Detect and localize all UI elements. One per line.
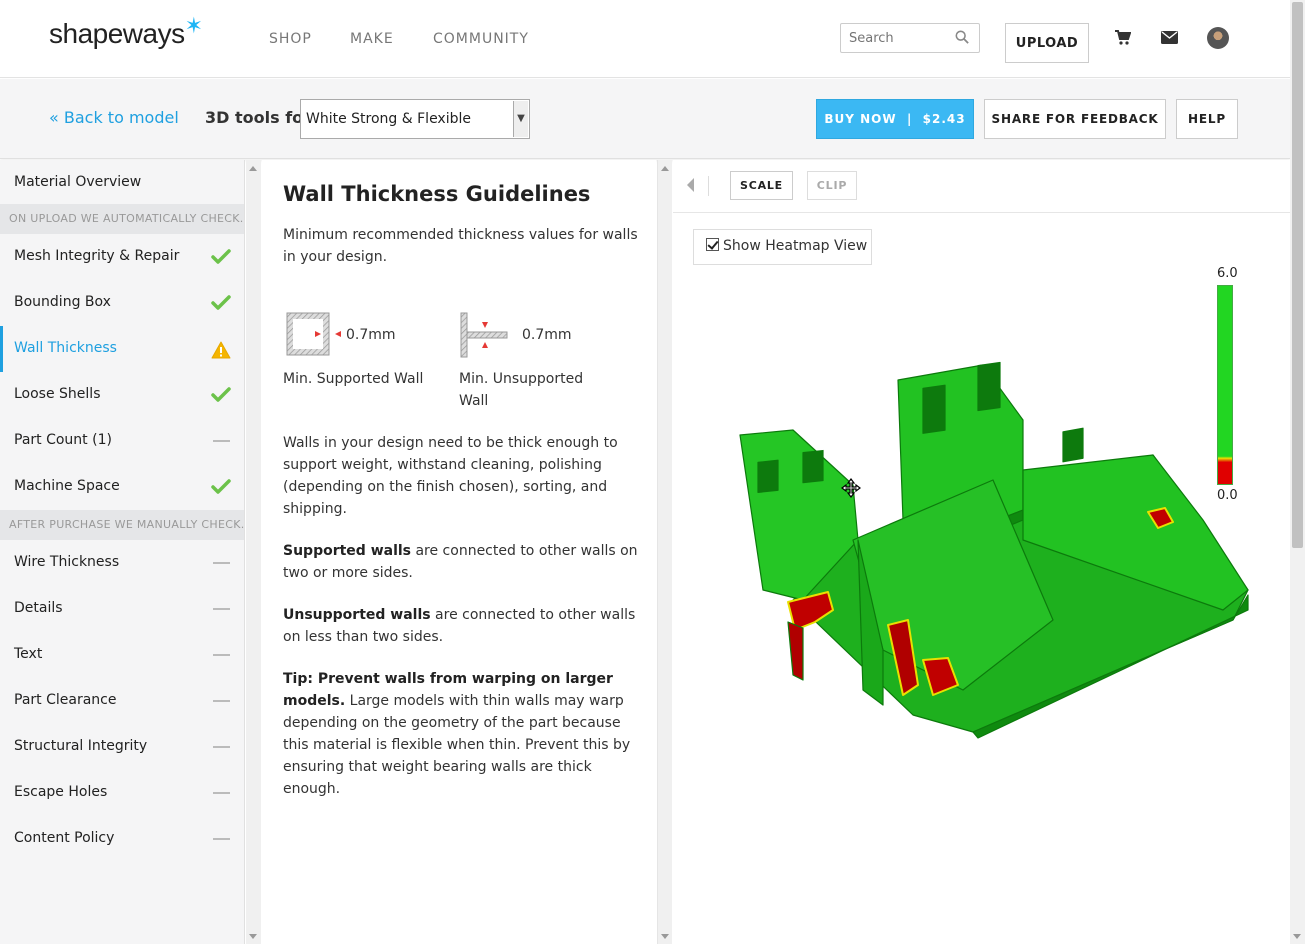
sidebar-item-label: Machine Space [14,478,120,494]
sidebar-item-details[interactable]: Details [0,586,244,632]
mail-icon[interactable] [1161,31,1178,44]
tools-toolbar: « Back to model 3D tools for White Stron… [0,79,1290,159]
logo-star-icon: ✶ [184,13,203,38]
unsupported-wall-label: Min. Unsupported Wall [459,371,584,409]
heatmap-checkbox[interactable] [706,238,719,251]
sidebar-item-label: Bounding Box [14,294,111,310]
sidebar-item-part-count-1[interactable]: Part Count (1) [0,418,244,464]
sidebar-section-automatic: ON UPLOAD WE AUTOMATICALLY CHECK... [0,204,244,234]
chevron-down-icon: ▼ [513,101,528,137]
unsupported-wall-icon [460,312,508,358]
sidebar-item-label: Wall Thickness [14,340,117,356]
sidebar-item-label: Mesh Integrity & Repair [14,248,180,264]
sidebar-item-part-clearance[interactable]: Part Clearance [0,678,244,724]
shapeways-logo[interactable]: shapeways✶ [49,13,203,50]
supported-wall-label: Min. Supported Wall [283,371,424,387]
dash-icon [213,562,230,564]
search-input[interactable] [841,24,941,52]
share-for-feedback-button[interactable]: SHARE FOR FEEDBACK [984,99,1166,139]
supported-walls-paragraph: Supported walls are connected to other w… [283,543,638,581]
guidelines-panel: Wall Thickness Guidelines Minimum recomm… [262,160,656,944]
sidebar-item-label: Part Count (1) [14,432,112,448]
sidebar-item-material-overview[interactable]: Material Overview [0,160,244,204]
sidebar-item-wall-thickness[interactable]: Wall Thickness [0,326,244,372]
walls-paragraph: Walls in your design need to be thick en… [283,435,618,517]
sidebar-item-loose-shells[interactable]: Loose Shells [0,372,244,418]
help-button[interactable]: HELP [1176,99,1238,139]
sidebar-item-wire-thickness[interactable]: Wire Thickness [0,540,244,586]
sidebar-section-manual: AFTER PURCHASE WE MANUALLY CHECK... [0,510,244,540]
warning-icon [211,341,231,359]
supported-wall-value: 0.7mm [346,327,396,343]
sidebar-item-structural-integrity[interactable]: Structural Integrity [0,724,244,770]
sidebar-item-content-policy[interactable]: Content Policy [0,816,244,862]
sidebar-item-label: Part Clearance [14,692,117,708]
tip-paragraph: Tip: Prevent walls from warping on large… [283,671,631,797]
dash-icon [213,608,230,610]
check-icon [211,479,231,494]
sidebar-item-label: Structural Integrity [14,738,148,754]
sidebar-item-label: Loose Shells [14,386,101,402]
intro-text: Minimum recommended thickness values for… [283,227,638,265]
check-icon [211,249,231,264]
nav-community[interactable]: COMMUNITY [433,31,529,47]
upload-button[interactable]: UPLOAD [1005,23,1089,63]
unsupported-wall-value: 0.7mm [522,327,572,343]
sidebar-item-mesh-integrity-repair[interactable]: Mesh Integrity & Repair [0,234,244,280]
sidebar-item-bounding-box[interactable]: Bounding Box [0,280,244,326]
nav-shop[interactable]: SHOP [269,31,312,47]
sidebar-item-machine-space[interactable]: Machine Space [0,464,244,510]
page-scrollbar-thumb[interactable] [1292,2,1303,548]
material-select-value: White Strong & Flexible [306,111,471,127]
viewer-toolbar: SCALE CLIP [673,160,1290,213]
supported-wall-icon [286,312,341,356]
dash-icon [213,792,230,794]
check-icon [211,295,231,310]
scale-button[interactable]: SCALE [730,171,793,200]
sidebar-item-label: Escape Holes [14,784,108,800]
avatar[interactable] [1207,27,1229,49]
content-scrollbar[interactable] [657,160,672,944]
sidebar-item-text[interactable]: Text [0,632,244,678]
checks-sidebar: Material Overview ON UPLOAD WE AUTOMATIC… [0,160,245,944]
sidebar-item-label: Text [14,646,43,662]
clip-button[interactable]: CLIP [807,171,857,200]
search-icon[interactable] [955,30,969,44]
search-box [840,23,980,53]
sidebar-scrollbar[interactable] [246,160,261,944]
buy-now-button[interactable]: BUY NOW | $2.43 [816,99,974,139]
unsupported-walls-paragraph: Unsupported walls are connected to other… [283,607,636,645]
dash-icon [213,838,230,840]
sidebar-item-escape-holes[interactable]: Escape Holes [0,770,244,816]
back-to-model-link[interactable]: « Back to model [49,108,179,127]
tools-for-label: 3D tools for [205,108,312,127]
top-navigation-bar: shapeways✶ SHOP MAKE COMMUNITY UPLOAD [0,0,1290,78]
dash-icon [213,440,230,442]
dash-icon [213,654,230,656]
check-icon [211,387,231,402]
dash-icon [213,746,230,748]
page-title: Wall Thickness Guidelines [283,182,591,206]
show-heatmap-toggle[interactable]: Show Heatmap View [693,229,872,265]
legend-max-value: 6.0 [1217,266,1238,281]
3d-model-render[interactable] [733,360,1263,740]
sidebar-item-label: Details [14,600,63,616]
nav-make[interactable]: MAKE [350,31,394,47]
material-select[interactable]: White Strong & Flexible ▼ [300,99,530,139]
sidebar-item-label: Wire Thickness [14,554,120,570]
cart-icon[interactable] [1114,30,1131,46]
model-viewer[interactable]: SCALE CLIP Show Heatmap View 6.0 0.0 [673,160,1290,944]
sidebar-item-label: Content Policy [14,830,115,846]
collapse-panel-icon[interactable] [687,178,694,192]
dash-icon [213,700,230,702]
